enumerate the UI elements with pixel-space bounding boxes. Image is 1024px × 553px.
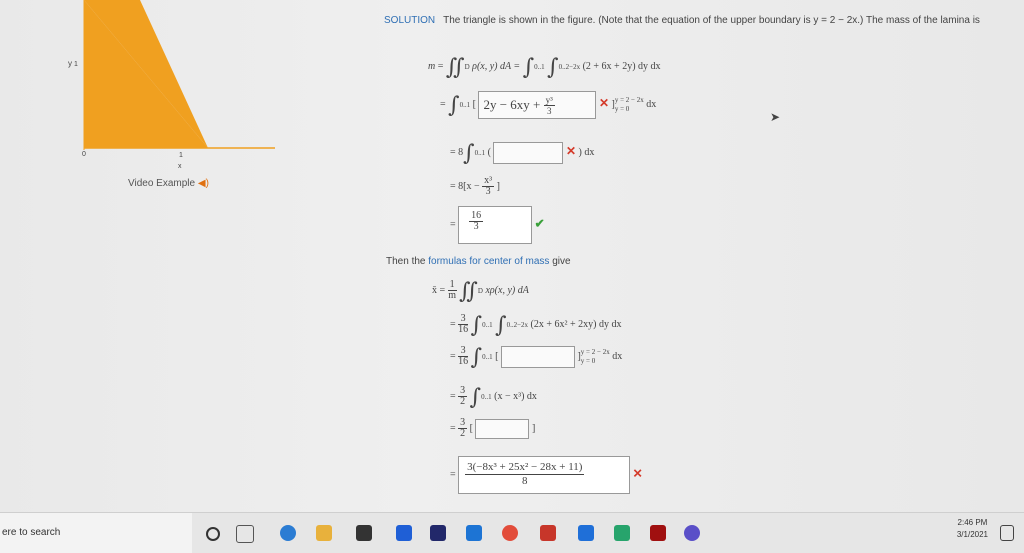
solution-keyword: SOLUTION: [384, 15, 436, 26]
mass-step-3: = 8∫0..1 ( ✕ ) dx: [450, 141, 595, 166]
speaker-icon: ◀): [197, 178, 209, 189]
video-example-link[interactable]: Video Example ◀): [128, 178, 209, 189]
xbar-line-5: = 32 [ ]: [450, 417, 536, 439]
green-app-icon[interactable]: [614, 525, 630, 541]
notification-icon[interactable]: [1000, 525, 1014, 541]
step3-input[interactable]: [493, 141, 564, 164]
y-tick: 1: [74, 61, 78, 68]
video-example-label: Video Example: [128, 178, 196, 189]
netflix-icon[interactable]: [650, 525, 666, 541]
xbar-line-4: = 32 ∫0..1 (x − x³) dx: [450, 385, 537, 410]
mass-integrand: (2 + 6x + 2y) dy dx: [582, 61, 661, 72]
center-of-mass-link[interactable]: formulas for center of mass: [428, 256, 549, 267]
xbar-step5-input[interactable]: [475, 418, 530, 439]
webpage: y 1 0 1 x Video Example ◀) SOLUTION The t…: [0, 0, 1024, 512]
x-tick: 1: [179, 152, 183, 159]
mass-step-4: = 8[x − x³ 3 ]: [450, 175, 500, 197]
dropbox-icon[interactable]: [396, 525, 412, 541]
cursor-icon: ➤: [770, 110, 781, 124]
taskbar-search[interactable]: ere to search: [0, 513, 192, 553]
solution-intro: SOLUTION The triangle is shown in the fig…: [384, 14, 994, 28]
mass-step-2: = ∫0..1 [ 2y − 6xy + y³ 3 ✕ ] y = 2 − 2x y …: [440, 88, 656, 119]
origin-label: 0: [82, 151, 86, 158]
xbar-line-3: = 3 16 ∫0..1 [ ] y = 2 − 2x y = 0 dx: [450, 345, 623, 370]
xbar-final-box[interactable]: 3(−8x³ + 25x² − 28x + 11) 8: [458, 456, 631, 494]
xbar-step3-input[interactable]: [500, 345, 575, 368]
mass-line: m = ∬D ρ(x, y) dA = ∫0..1 ∫0..2−2x (2 + …: [428, 55, 661, 80]
xbar-line-2: = 3 16 ∫0..1 ∫0..2−2x (2x + 6x² + 2xy) dy…: [450, 313, 622, 338]
y-axis-label: y: [68, 59, 72, 68]
file-explorer-icon[interactable]: [316, 525, 332, 541]
taskbar: ere to search 2:46 PM 3/1/2021: [0, 512, 1024, 553]
edge-icon[interactable]: [280, 525, 296, 541]
check-icon: ✔: [534, 216, 545, 231]
clock-time: 2:46 PM: [957, 518, 988, 527]
mass-answer: = 16 3 ✔: [450, 206, 545, 244]
x-axis-label: x: [178, 163, 182, 170]
task-view-icon[interactable]: [236, 525, 254, 543]
xbar-line-1: x̄ = 1m ∬D xρ(x, y) dA: [432, 279, 529, 304]
solution-intro-text: The triangle is shown in the figure. (No…: [443, 15, 980, 26]
search-placeholder: ere to search: [2, 527, 61, 538]
triangle-graph: y 1 0 1 x: [68, 0, 275, 170]
paint-icon[interactable]: [578, 525, 594, 541]
app-icon[interactable]: [430, 525, 446, 541]
store-icon[interactable]: [356, 525, 372, 541]
mail-icon[interactable]: [466, 525, 482, 541]
mass-answer-box[interactable]: 16 3: [458, 206, 533, 244]
cortana-icon[interactable]: [206, 527, 220, 541]
center-intro: Then the formulas for center of mass giv…: [386, 256, 571, 267]
chrome-icon[interactable]: [502, 525, 518, 541]
clock-date: 3/1/2021: [956, 530, 988, 539]
wrong-icon: ✕: [598, 96, 610, 110]
wrong-icon: ✕: [632, 466, 643, 481]
clock[interactable]: 2:46 PM 3/1/2021: [957, 517, 988, 541]
settings-icon[interactable]: [540, 525, 556, 541]
wrong-icon: ✕: [565, 144, 577, 158]
browser-icon[interactable]: [684, 525, 700, 541]
mass-integral-text: ρ(x, y) dA =: [472, 61, 521, 72]
step2-input[interactable]: 2y − 6xy + y³ 3: [478, 90, 597, 119]
xbar-final: = 3(−8x³ + 25x² − 28x + 11) 8 ✕: [450, 456, 643, 494]
